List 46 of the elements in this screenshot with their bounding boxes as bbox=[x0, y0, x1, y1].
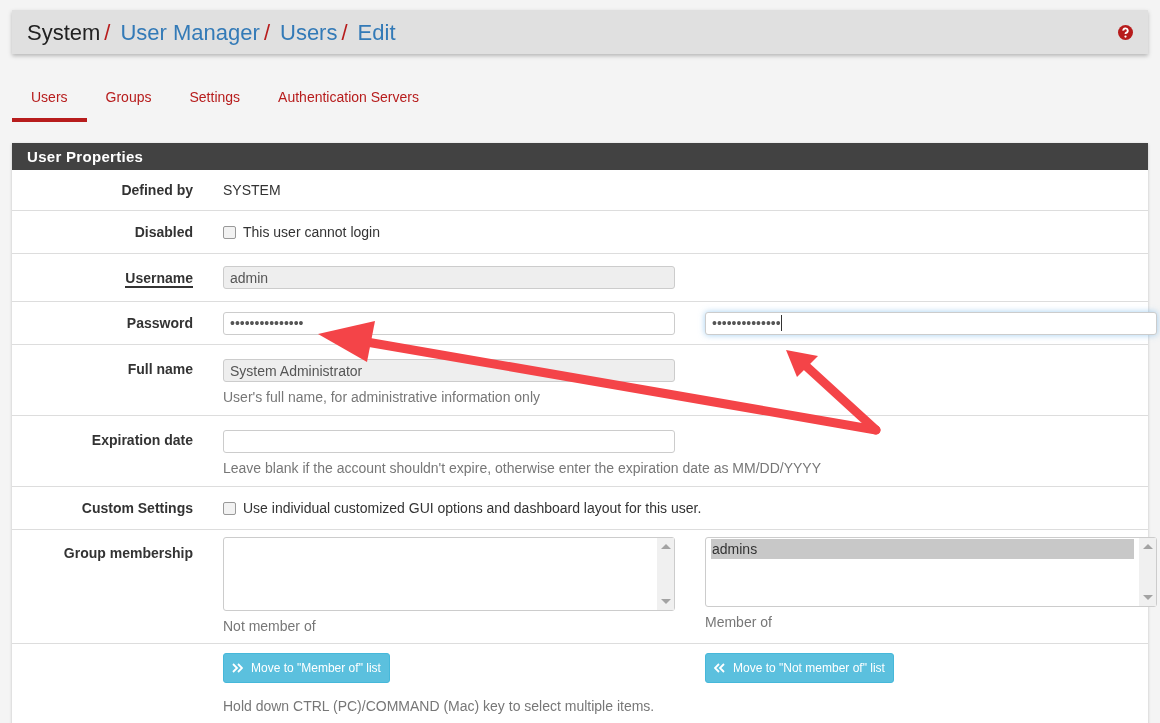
scroll-up-icon[interactable] bbox=[1142, 544, 1153, 549]
breadcrumb-link[interactable]: Edit bbox=[357, 15, 396, 49]
field-label: Username bbox=[125, 269, 193, 288]
field-value: SYSTEM bbox=[223, 181, 281, 200]
breadcrumb-link[interactable]: Users bbox=[280, 15, 338, 49]
field-label: Password bbox=[126, 315, 193, 331]
breadcrumb-separator: / bbox=[104, 18, 111, 47]
panel-header: User Properties bbox=[12, 143, 1148, 170]
field-label: Custom Settings bbox=[81, 500, 193, 516]
breadcrumb-separator: / bbox=[341, 18, 348, 47]
help-text: User's full name, for administrative information only bbox=[223, 388, 541, 406]
scroll-down-icon[interactable] bbox=[660, 599, 671, 604]
field-label: Group membership bbox=[63, 545, 193, 561]
checkbox[interactable] bbox=[223, 501, 236, 515]
tab[interactable]: Groups bbox=[86, 76, 171, 122]
double-chevron-left-icon bbox=[714, 663, 725, 673]
tab[interactable]: Users bbox=[12, 76, 87, 122]
breadcrumb-link[interactable]: User Manager bbox=[120, 15, 260, 49]
tab[interactable]: Settings bbox=[170, 76, 260, 122]
breadcrumb-separator: / bbox=[263, 18, 270, 47]
field-label: Disabled bbox=[134, 224, 193, 240]
help-text: Leave blank if the account shouldn't expire, otherwise enter the expiration date as MM/DD/YYYY bbox=[223, 459, 821, 477]
field-label: Full name bbox=[127, 361, 193, 377]
help-text: Not member of bbox=[223, 617, 316, 635]
checkbox-label: This user cannot login bbox=[243, 223, 380, 242]
input-field[interactable]: •••••••••••••• bbox=[705, 311, 1157, 335]
scrollbar[interactable] bbox=[657, 538, 674, 610]
list-box[interactable] bbox=[223, 537, 675, 611]
scrollbar[interactable] bbox=[1139, 538, 1156, 606]
checkbox-label: Use individual customized GUI options and dashboard layout for this user. bbox=[243, 499, 702, 518]
input-field[interactable] bbox=[223, 430, 675, 453]
input-field[interactable]: ••••••••••••••• bbox=[223, 311, 675, 335]
help-icon[interactable] bbox=[1118, 24, 1133, 40]
list-option[interactable]: admins bbox=[711, 539, 1134, 559]
help-text: Member of bbox=[705, 613, 772, 631]
text-cursor-icon bbox=[780, 315, 782, 331]
scroll-up-icon[interactable] bbox=[660, 544, 671, 549]
field-label: Expiration date bbox=[91, 432, 193, 448]
list-box[interactable]: admins bbox=[705, 537, 1157, 607]
help-text: Hold down CTRL (PC)/COMMAND (Mac) key to select multiple items. bbox=[223, 697, 656, 715]
field-label: Defined by bbox=[121, 182, 193, 198]
double-chevron-right-icon bbox=[232, 663, 243, 673]
breadcrumb-text: System bbox=[27, 18, 101, 47]
tab[interactable]: Authentication Servers bbox=[259, 76, 438, 122]
checkbox[interactable] bbox=[223, 225, 236, 239]
scroll-down-icon[interactable] bbox=[1142, 595, 1153, 600]
